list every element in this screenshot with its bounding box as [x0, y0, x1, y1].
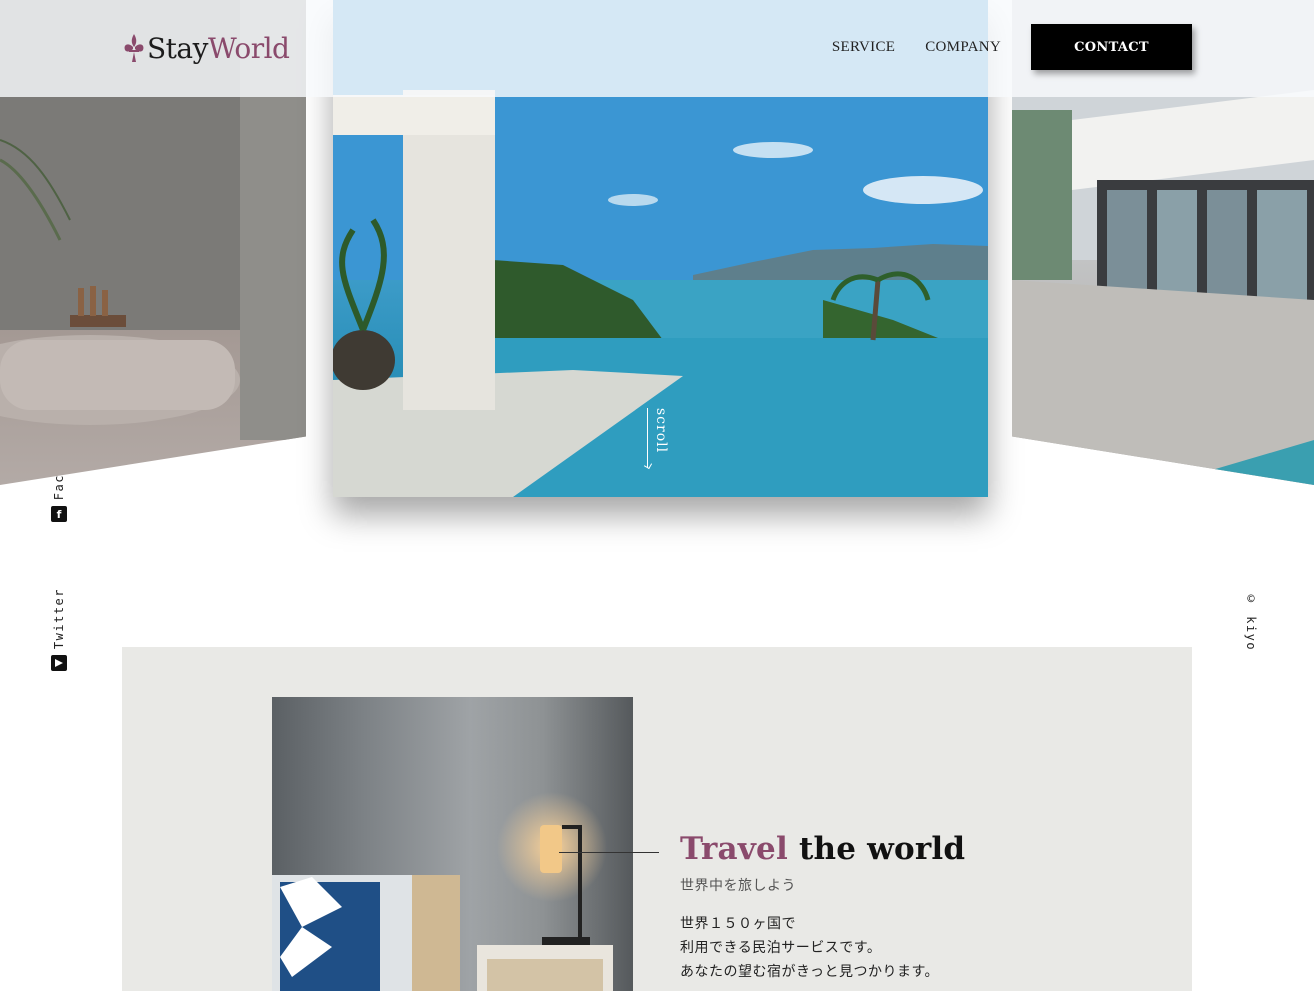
nav-link-company[interactable]: COMPANY: [925, 39, 1001, 56]
logo-text-stay: Stay: [147, 31, 208, 65]
scroll-label: scroll: [653, 408, 669, 454]
bedroom-photo: [272, 697, 633, 991]
heading-accent: Travel: [680, 831, 788, 867]
social-link-facebook[interactable]: Fac f: [50, 474, 68, 523]
fleur-de-lis-icon: [124, 34, 144, 62]
site-logo[interactable]: Stay World: [122, 28, 290, 68]
scroll-arrow-icon: [643, 460, 653, 470]
about-body-line: 利用できる民泊サービスです。: [680, 940, 882, 956]
facebook-icon: f: [51, 506, 67, 523]
twitter-label: Twitter: [52, 588, 66, 650]
scroll-line: [647, 408, 648, 468]
site-header: Stay World SERVICE COMPANY CONTACT: [0, 0, 1314, 97]
connector-line: [559, 852, 659, 853]
bedroom-illustration: [272, 792, 613, 991]
main-nav: SERVICE COMPANY CONTACT: [832, 24, 1192, 70]
about-section: Travel the world 世界中を旅しよう 世界１５０ヶ国で 利用できる…: [122, 647, 1192, 991]
about-subheading: 世界中を旅しよう: [680, 878, 796, 894]
about-body-line: あなたの望む宿がきっと見つかります。: [680, 964, 940, 980]
nav-link-service[interactable]: SERVICE: [832, 39, 895, 56]
scroll-indicator[interactable]: scroll: [643, 408, 671, 472]
social-link-twitter[interactable]: Twitter: [50, 588, 68, 672]
about-text-block: Travel the world 世界中を旅しよう 世界１５０ヶ国で 利用できる…: [680, 829, 1160, 984]
about-body-line: 世界１５０ヶ国で: [680, 916, 796, 932]
contact-button[interactable]: CONTACT: [1031, 24, 1192, 70]
about-heading: Travel the world: [680, 829, 1160, 869]
copyright-text: © kiyo: [1244, 592, 1258, 652]
heading-rest: the world: [787, 831, 966, 867]
logo-text-world: World: [207, 31, 290, 65]
twitter-icon: [51, 655, 67, 672]
facebook-label: Fac: [52, 474, 66, 501]
about-body: 世界１５０ヶ国で 利用できる民泊サービスです。 あなたの望む宿がきっと見つかりま…: [680, 912, 1160, 984]
